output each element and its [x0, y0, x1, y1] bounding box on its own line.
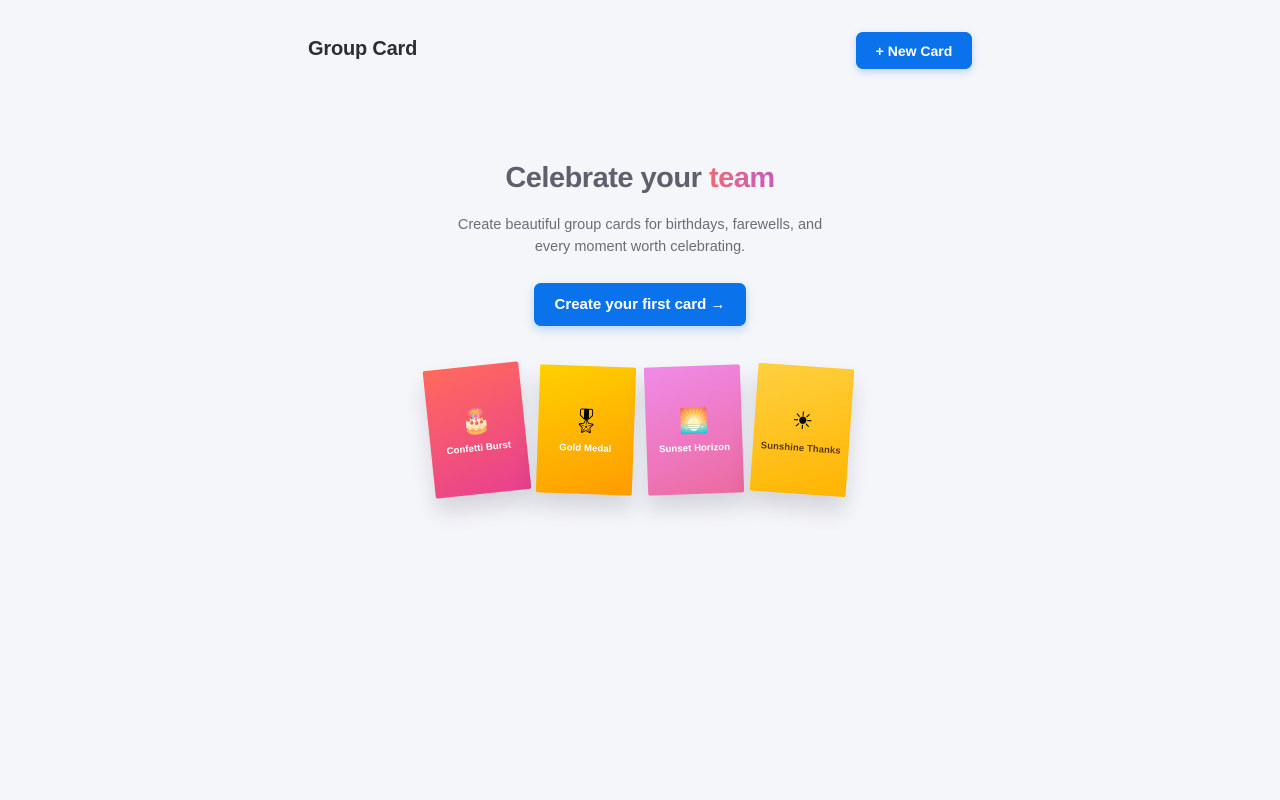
medal-icon: 🎖	[570, 405, 603, 436]
new-card-button[interactable]: + New Card	[856, 32, 972, 69]
template-card-label: Confetti Burst	[446, 439, 512, 457]
sunset-icon: 🌅	[678, 405, 710, 436]
template-card-sunset-horizon[interactable]: 🌅 Sunset Horizon	[643, 364, 745, 496]
hero-section: Celebrate your team Create beautiful gro…	[0, 158, 1280, 258]
template-card-label: Sunshine Thanks	[760, 439, 842, 457]
hero-title-accent: team	[708, 162, 775, 194]
cake-icon: 🎂	[459, 405, 493, 437]
template-card-label: Sunset Horizon	[658, 441, 731, 455]
template-card-gold-medal[interactable]: 🎖 Gold Medal	[535, 364, 637, 496]
brand-title: Group Card	[308, 38, 418, 60]
template-card-sunshine-thanks[interactable]: ☀ Sunshine Thanks	[749, 362, 855, 498]
template-card-confetti-burst[interactable]: 🎂 Confetti Burst	[422, 361, 532, 499]
template-cards: 🎂 Confetti Burst 🎖 Gold Medal 🌅 Sunset H…	[0, 0, 1280, 800]
hero-title: Celebrate your team	[0, 158, 1280, 198]
create-first-card-button[interactable]: Create your first card →	[534, 283, 746, 326]
hero-subtitle: Create beautiful group cards for birthda…	[457, 217, 823, 255]
sun-icon: ☀	[790, 405, 815, 436]
hero-title-prefix: Celebrate your	[505, 162, 709, 194]
template-card-label: Gold Medal	[559, 441, 612, 455]
top-bar: Group Card + New Card	[0, 0, 1280, 100]
